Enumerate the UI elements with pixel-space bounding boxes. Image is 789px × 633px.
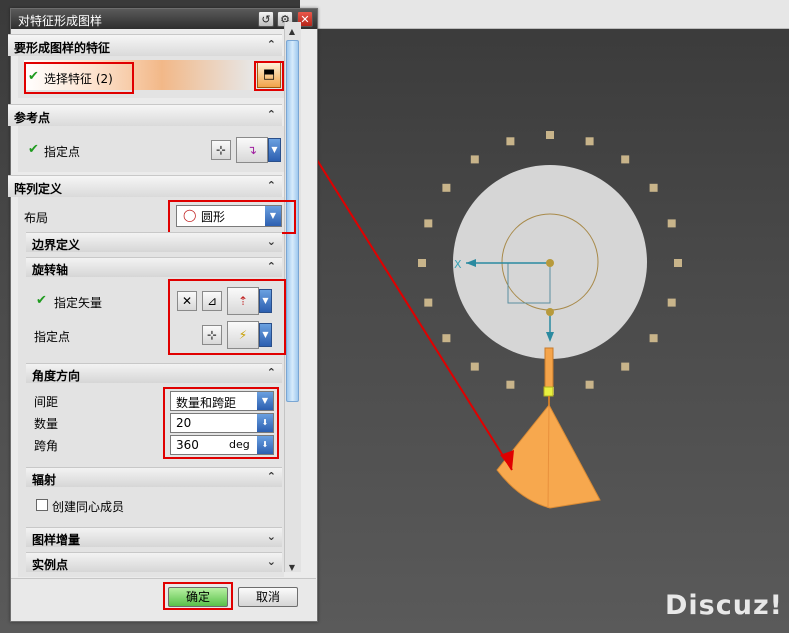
specify-vector-label: 指定矢量 [54,296,103,310]
concentric-checkbox[interactable] [36,499,48,511]
section-reference-header[interactable]: 参考点 ⌃ [8,104,282,126]
axis-point [546,308,554,316]
pattern-instance-marker [506,380,515,389]
rotation-axis-header[interactable]: 旋转轴 ⌃ [26,257,282,277]
cancel-button[interactable]: 取消 [238,587,298,607]
layout-label: 布局 [24,211,49,225]
pattern-instance-marker [621,362,630,371]
highlight-layout [168,200,296,234]
highlight-ok-button [163,582,233,610]
chevron-up-icon[interactable]: ⌃ [267,260,276,273]
pattern-instance-marker [649,183,658,192]
pattern-instance-marker [667,298,676,307]
checkmark-icon: ✔ [36,293,47,308]
point-dropdown-icon[interactable]: ▼ [268,138,281,162]
pattern-instance-marker [442,183,451,192]
angular-direction-title: 角度方向 [32,369,81,383]
chevron-up-icon[interactable]: ⌃ [267,366,276,379]
section-reference-title: 参考点 [14,111,51,125]
angular-direction-header[interactable]: 角度方向 ⌃ [26,363,282,383]
pattern-instance-marker [585,380,594,389]
concentric-label[interactable]: 创建同心成员 [52,498,124,515]
chevron-down-icon[interactable]: ⌄ [267,530,276,543]
radiate-title: 辐射 [32,473,57,487]
section-array-title: 阵列定义 [14,182,63,196]
chevron-down-icon[interactable]: ⌄ [267,555,276,568]
highlight-rotation-axis [168,279,286,355]
chevron-up-icon[interactable]: ⌃ [267,38,276,51]
pattern-instance-marker [424,298,433,307]
pattern-instance-marker [667,219,676,228]
instance-points-header[interactable]: 实例点 ⌄ [26,552,282,572]
pattern-increment-title: 图样增量 [32,533,81,547]
pattern-instance-marker [470,362,479,371]
highlight-feature-button [254,61,284,91]
pattern-instance-marker [585,137,594,146]
chevron-up-icon[interactable]: ⌃ [267,179,276,192]
section-features-title: 要形成图样的特征 [14,41,111,55]
pattern-instance-marker [674,259,682,267]
pattern-instance-marker [546,131,554,139]
section-array-header[interactable]: 阵列定义 ⌃ [8,175,282,197]
feature-cylinder [544,347,554,391]
boundary-definition-header[interactable]: 边界定义 ⌄ [26,232,282,252]
scroll-down-icon[interactable]: ▼ [286,562,298,574]
chevron-down-icon[interactable]: ⌄ [267,235,276,248]
x-axis-label: X [454,258,462,271]
section-features-header[interactable]: 要形成图样的特征 ⌃ [8,34,282,56]
watermark: Discuz! [665,590,783,621]
rotation-axis-title: 旋转轴 [32,263,69,277]
pattern-instance-marker [418,259,426,267]
instance-points-title: 实例点 [32,558,69,572]
boundary-definition-title: 边界定义 [32,238,81,252]
spacing-label: 间距 [34,395,59,409]
reference-specify-point-label: 指定点 [44,145,81,159]
point-dialog-icon[interactable]: ⊹ [211,140,231,160]
dialog-titlebar[interactable]: 对特征形成图样 ↺ ⚙ ✕ [11,9,317,29]
scroll-up-icon[interactable]: ▲ [286,26,298,38]
highlight-select-feature [24,62,134,94]
checkmark-icon: ✔ [28,142,39,157]
pattern-instance-marker [442,334,451,343]
axis-specify-point-label: 指定点 [34,330,71,344]
chevron-up-icon[interactable]: ⌃ [267,470,276,483]
radiate-header[interactable]: 辐射 ⌃ [26,467,282,487]
chevron-up-icon[interactable]: ⌃ [267,108,276,121]
pattern-increment-header[interactable]: 图样增量 ⌄ [26,527,282,547]
span-angle-label: 跨角 [34,439,59,453]
center-point [546,259,554,267]
feature-handle [543,386,554,397]
dialog-title: 对特征形成图样 [18,14,103,28]
highlight-angular-direction [163,387,279,459]
pattern-instance-marker [506,137,515,146]
pattern-instance-marker [649,334,658,343]
reset-icon[interactable]: ↺ [258,11,274,27]
pattern-instance-marker [470,155,479,164]
pattern-instance-marker [424,219,433,228]
pattern-instance-marker [621,155,630,164]
inferred-point-icon[interactable]: ↴ [236,137,268,163]
count-label: 数量 [34,417,59,431]
